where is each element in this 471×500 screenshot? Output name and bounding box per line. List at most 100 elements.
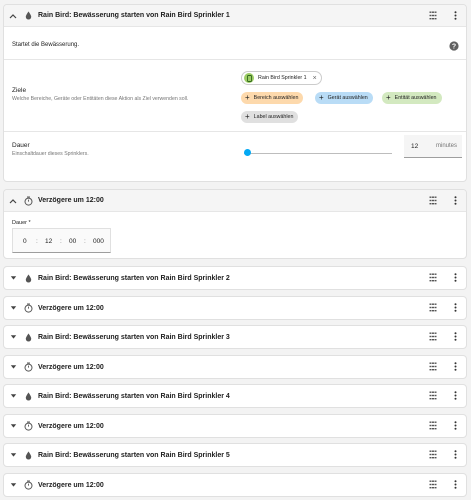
- water-drop-icon: [22, 451, 34, 460]
- device-icon: [244, 73, 254, 83]
- delay-duration-input[interactable]: 0 : 12 : 00 : 000: [12, 228, 111, 253]
- action-header[interactable]: Rain Bird: Bewässerung starten von Rain …: [4, 326, 466, 348]
- chevron-down-icon[interactable]: [8, 393, 18, 399]
- drag-handle-icon[interactable]: [429, 450, 437, 459]
- delay-seconds[interactable]: 00: [69, 238, 76, 245]
- more-options-icon[interactable]: [454, 303, 457, 312]
- more-options-icon[interactable]: [454, 196, 457, 205]
- more-options-icon[interactable]: [454, 273, 457, 282]
- chevron-up-icon[interactable]: [8, 13, 18, 19]
- delay-title: Verzögere um 12:00: [38, 481, 104, 489]
- delay-body: Dauer * 0 : 12 : 00 : 000: [4, 211, 466, 258]
- delay-card-collapsed: Verzögere um 12:00: [3, 296, 467, 320]
- delay-minutes[interactable]: 12: [45, 238, 52, 245]
- delay-milliseconds[interactable]: 000: [93, 238, 104, 245]
- action-title: Rain Bird: Bewässerung starten von Rain …: [38, 274, 230, 282]
- delay-header[interactable]: Verzögere um 12:00: [4, 415, 466, 437]
- choose-label-label: Label auswählen: [253, 114, 294, 120]
- timer-icon: [22, 362, 34, 372]
- delay-title: Verzögere um 12:00: [38, 304, 104, 312]
- duration-label: Dauer: [12, 142, 30, 149]
- chevron-down-icon[interactable]: [8, 452, 18, 458]
- chevron-down-icon[interactable]: [8, 364, 18, 370]
- duration-slider[interactable]: [244, 148, 392, 158]
- delay-title: Verzögere um 12:00: [38, 422, 104, 430]
- delay-card-collapsed: Verzögere um 12:00: [3, 414, 467, 438]
- chevron-up-icon[interactable]: [8, 198, 18, 204]
- delay-card-1: Verzögere um 12:00 Dauer * 0 : 12 : 00 :…: [3, 189, 467, 259]
- more-options-icon[interactable]: [454, 450, 457, 459]
- more-options-icon[interactable]: [454, 332, 457, 341]
- drag-handle-icon[interactable]: [429, 196, 437, 205]
- action-header[interactable]: Rain Bird: Bewässerung starten von Rain …: [4, 444, 466, 466]
- chevron-down-icon[interactable]: [8, 423, 18, 429]
- slider-thumb[interactable]: [244, 149, 251, 156]
- water-drop-icon: [22, 274, 34, 283]
- duration-input[interactable]: 12 minutes: [404, 135, 462, 158]
- targets-section: Ziele Welche Bereiche, Geräte oder Entit…: [4, 59, 466, 131]
- chevron-down-icon[interactable]: [8, 334, 18, 340]
- drag-handle-icon[interactable]: [429, 273, 437, 282]
- delay-card-collapsed: Verzögere um 12:00: [3, 473, 467, 497]
- duration-section: Dauer Einschaltdauer dieses Sprinklers. …: [4, 131, 466, 181]
- drag-handle-icon[interactable]: [429, 391, 437, 400]
- action-card-collapsed: Rain Bird: Bewässerung starten von Rain …: [3, 325, 467, 349]
- timer-icon: [22, 480, 34, 490]
- duration-value: 12: [411, 143, 419, 150]
- choose-entity-label: Entität auswählen: [394, 95, 437, 101]
- drag-handle-icon[interactable]: [429, 480, 437, 489]
- delay-header[interactable]: Verzögere um 12:00: [4, 474, 466, 496]
- action-card-collapsed: Rain Bird: Bewässerung starten von Rain …: [3, 384, 467, 408]
- timer-icon: [22, 196, 34, 206]
- action-header[interactable]: Rain Bird: Bewässerung starten von Rain …: [4, 5, 466, 26]
- delay-hours[interactable]: 0: [23, 238, 27, 245]
- drag-handle-icon[interactable]: [429, 362, 437, 371]
- more-options-icon[interactable]: [454, 480, 457, 489]
- water-drop-icon: [22, 11, 34, 20]
- delay-title: Verzögere um 12:00: [38, 197, 104, 204]
- plus-icon: +: [245, 93, 250, 102]
- action-description: Startet die Bewässerung.: [12, 42, 80, 48]
- choose-entity-chip[interactable]: + Entität auswählen: [382, 92, 442, 104]
- action-header[interactable]: Rain Bird: Bewässerung starten von Rain …: [4, 267, 466, 289]
- choose-device-label: Gerät auswählen: [327, 95, 368, 101]
- delay-header[interactable]: Verzögere um 12:00: [4, 297, 466, 319]
- water-drop-icon: [22, 392, 34, 401]
- choose-area-label: Bereich auswählen: [253, 95, 299, 101]
- action-card-sprinkler-1: Rain Bird: Bewässerung starten von Rain …: [3, 4, 467, 182]
- delay-card-collapsed: Verzögere um 12:00: [3, 355, 467, 379]
- drag-handle-icon[interactable]: [429, 332, 437, 341]
- timer-icon: [22, 303, 34, 313]
- help-icon[interactable]: ?: [449, 41, 459, 51]
- action-title: Rain Bird: Bewässerung starten von Rain …: [38, 333, 230, 341]
- choose-label-chip[interactable]: + Label auswählen: [241, 111, 299, 123]
- targets-description: Welche Bereiche, Geräte oder Entitäten d…: [12, 96, 189, 102]
- delay-header[interactable]: Verzögere um 12:00: [4, 190, 466, 211]
- chevron-down-icon[interactable]: [8, 305, 18, 311]
- drag-handle-icon[interactable]: [429, 11, 437, 20]
- drag-handle-icon[interactable]: [429, 421, 437, 430]
- delay-header[interactable]: Verzögere um 12:00: [4, 356, 466, 378]
- more-options-icon[interactable]: [454, 421, 457, 430]
- remove-chip-icon[interactable]: ×: [313, 75, 317, 82]
- time-separator: :: [84, 238, 86, 245]
- more-options-icon[interactable]: [454, 391, 457, 400]
- action-title: Rain Bird: Bewässerung starten von Rain …: [38, 12, 230, 19]
- plus-icon: +: [319, 93, 324, 102]
- timer-icon: [22, 421, 34, 431]
- water-drop-icon: [22, 333, 34, 342]
- choose-device-chip[interactable]: + Gerät auswählen: [315, 92, 373, 104]
- choose-area-chip[interactable]: + Bereich auswählen: [241, 92, 304, 104]
- selected-device-label: Rain Bird Sprinkler 1: [258, 75, 307, 81]
- chevron-down-icon[interactable]: [8, 482, 18, 488]
- description-section: Startet die Bewässerung. ?: [4, 26, 466, 59]
- more-options-icon[interactable]: [454, 11, 457, 20]
- drag-handle-icon[interactable]: [429, 303, 437, 312]
- duration-description: Einschaltdauer dieses Sprinklers.: [12, 151, 89, 157]
- time-separator: :: [60, 238, 62, 245]
- more-options-icon[interactable]: [454, 362, 457, 371]
- action-title: Rain Bird: Bewässerung starten von Rain …: [38, 392, 230, 400]
- action-header[interactable]: Rain Bird: Bewässerung starten von Rain …: [4, 385, 466, 407]
- selected-device-chip[interactable]: Rain Bird Sprinkler 1 ×: [241, 71, 322, 85]
- chevron-down-icon[interactable]: [8, 275, 18, 281]
